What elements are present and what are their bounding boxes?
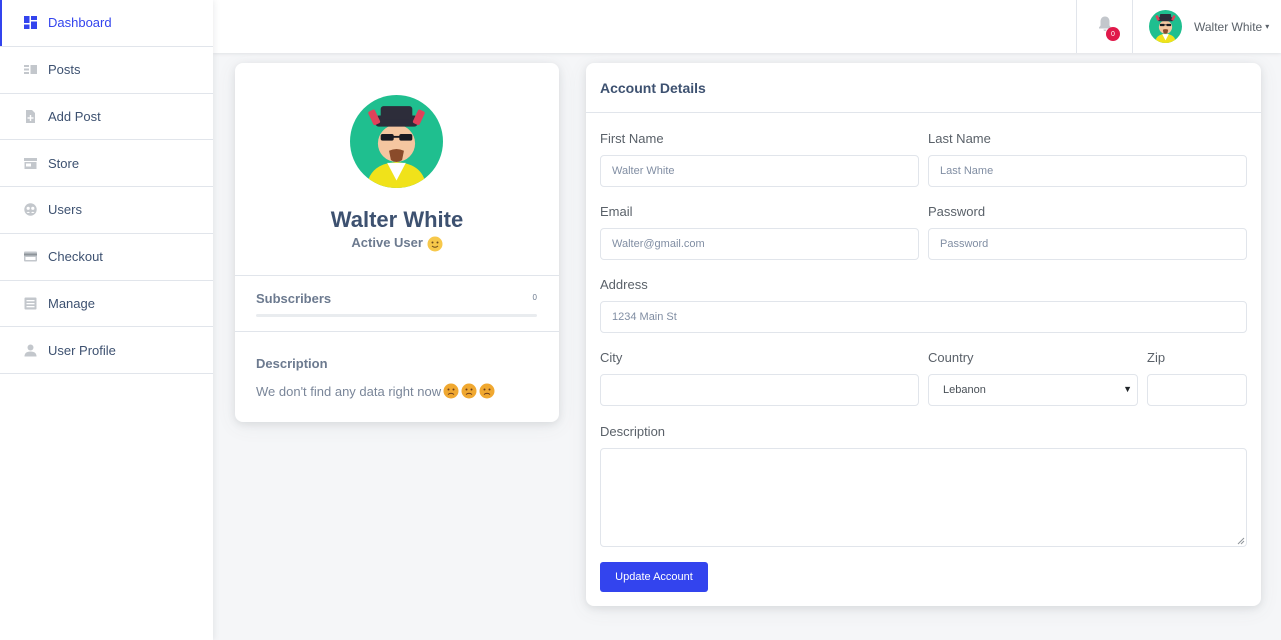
last-name-input[interactable]: [928, 155, 1247, 187]
address-input[interactable]: [600, 301, 1247, 333]
sidebar-item-label: Users: [48, 202, 82, 218]
country-label: Country: [928, 350, 974, 365]
sidebar-item-label: Dashboard: [48, 15, 112, 31]
sidebar-item-store[interactable]: Store: [0, 140, 213, 187]
first-name-input[interactable]: [600, 155, 919, 187]
user-name: Walter White: [1194, 19, 1263, 34]
sidebar-item-users[interactable]: Users: [0, 187, 213, 234]
description-message: We don't find any data right now: [256, 383, 442, 399]
sad-emoji-icon: [479, 383, 495, 399]
city-label: City: [600, 350, 623, 365]
account-details-title: Account Details: [586, 63, 1261, 113]
notification-count-badge: 0: [1106, 27, 1120, 41]
manage-icon: [24, 297, 37, 310]
resize-handle-icon[interactable]: [1237, 537, 1245, 545]
avatar: [1149, 10, 1182, 43]
smile-emoji-icon: [427, 236, 443, 252]
sidebar-item-label: Add Post: [48, 108, 101, 124]
sidebar-item-label: Store: [48, 155, 80, 171]
store-icon: [24, 157, 37, 170]
posts-icon: [24, 63, 37, 76]
password-label: Password: [928, 204, 986, 219]
sidebar-item-dashboard[interactable]: Dashboard: [0, 0, 213, 47]
sad-emoji-icon: [461, 383, 477, 399]
sidebar-item-add-post[interactable]: Add Post: [0, 94, 213, 141]
user-menu-toggle[interactable]: Walter White ▾: [1132, 0, 1281, 53]
last-name-label: Last Name: [928, 131, 991, 146]
country-selected-value: Lebanon: [943, 384, 986, 396]
user-profile-icon: [24, 344, 37, 357]
password-input[interactable]: [928, 228, 1247, 260]
sidebar: Dashboard Posts Add Post Store Users Che…: [0, 0, 213, 640]
address-label: Address: [600, 277, 648, 292]
dropdown-arrow-icon: ▼: [1123, 384, 1132, 394]
sidebar-item-label: User Profile: [48, 342, 116, 358]
subscribers-label: Subscribers: [256, 291, 332, 306]
subscribers-progress: [256, 314, 537, 317]
divider: [235, 331, 559, 332]
top-navbar: 0 Walter White ▾: [213, 0, 1281, 53]
zip-label: Zip: [1147, 350, 1166, 365]
subscribers-count: 0: [532, 293, 537, 302]
chevron-down-icon: ▾: [1265, 22, 1270, 31]
update-account-button[interactable]: Update Account: [600, 562, 708, 592]
sidebar-item-posts[interactable]: Posts: [0, 47, 213, 94]
sidebar-item-user-profile[interactable]: User Profile: [0, 327, 213, 374]
city-input[interactable]: [600, 374, 919, 406]
add-post-icon: [24, 109, 37, 123]
email-input[interactable]: [600, 228, 919, 260]
sidebar-item-label: Checkout: [48, 249, 103, 265]
checkout-icon: [24, 250, 37, 263]
status-text: Active User: [351, 235, 423, 250]
sidebar-item-label: Manage: [48, 295, 95, 311]
profile-card: Walter White Active User Subscribers 0 D…: [235, 63, 559, 422]
dashboard-icon: [24, 16, 37, 30]
description-label: Description: [256, 356, 328, 371]
zip-input[interactable]: [1147, 374, 1247, 406]
description-textarea[interactable]: [600, 448, 1247, 547]
description-text: We don't find any data right now: [256, 383, 495, 399]
country-select[interactable]: Lebanon ▼: [928, 374, 1138, 406]
users-icon: [24, 203, 37, 217]
divider: [235, 275, 559, 276]
notifications-button[interactable]: 0: [1076, 0, 1132, 53]
first-name-label: First Name: [600, 131, 664, 146]
profile-name: Walter White: [330, 207, 464, 232]
profile-avatar: [350, 95, 443, 188]
account-details-card: Account Details First Name Last Name Ema…: [586, 63, 1261, 606]
email-label: Email: [600, 204, 633, 219]
sidebar-item-label: Posts: [48, 62, 81, 78]
sad-emoji-icon: [443, 383, 459, 399]
profile-status: Active User: [235, 235, 559, 252]
sidebar-item-checkout[interactable]: Checkout: [0, 234, 213, 281]
description-field-label: Description: [600, 424, 666, 439]
sidebar-item-manage[interactable]: Manage: [0, 281, 213, 328]
